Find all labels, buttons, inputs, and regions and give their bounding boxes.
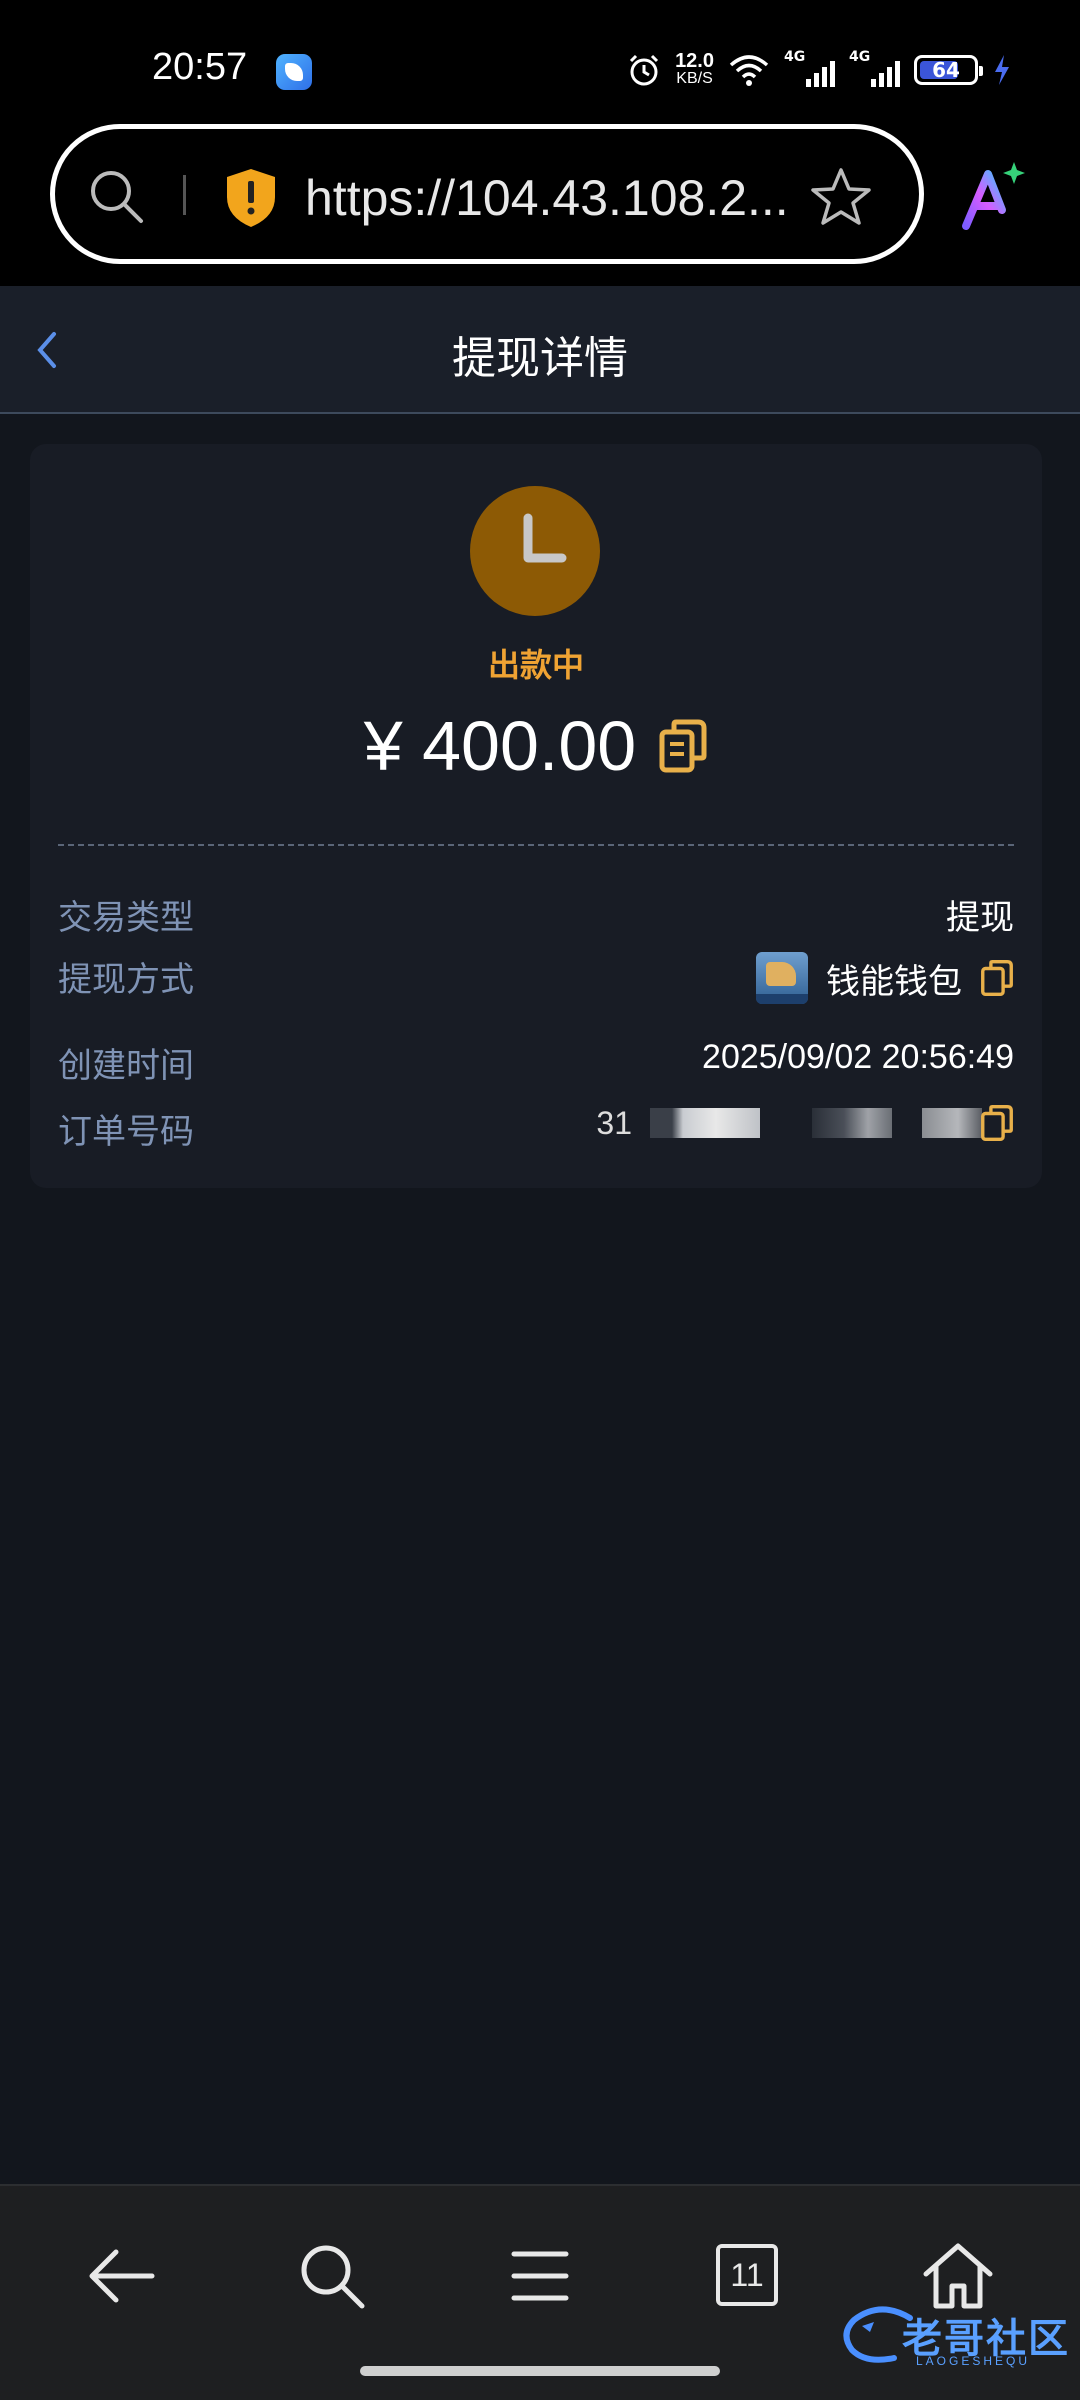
wallet-logo-icon	[756, 952, 808, 1004]
transaction-type-value: 提现	[946, 890, 1014, 939]
signal-2-tag: 4G	[849, 49, 871, 65]
signal-2-icon: 4G	[849, 49, 900, 87]
battery-icon: 64	[914, 55, 983, 85]
withdrawal-amount: ¥ 400.00	[363, 707, 637, 785]
back-arrow-icon[interactable]	[82, 2236, 162, 2316]
order-number-value: 31	[596, 1104, 1014, 1142]
network-speed-value: 12.0	[675, 50, 714, 72]
row-transaction-type: 交易类型 提现	[58, 882, 1014, 938]
menu-icon[interactable]	[500, 2236, 580, 2316]
tabs-button[interactable]: 11	[708, 2236, 788, 2316]
divider	[58, 844, 1014, 846]
ai-assistant-icon[interactable]	[956, 160, 1030, 234]
battery-level: 64	[932, 58, 960, 82]
redaction-block	[650, 1108, 760, 1138]
copy-order-icon[interactable]	[980, 1104, 1014, 1142]
charging-icon	[995, 55, 1009, 85]
network-speed: 12.0 KB/S	[675, 50, 714, 87]
signal-1-icon: 4G	[784, 49, 835, 87]
watermark-subtext: LAOGESHEQU	[916, 2354, 1031, 2368]
tab-count: 11	[716, 2244, 778, 2306]
status-indicators: 12.0 KB/S 4G 4G 64	[627, 49, 1012, 90]
copy-amount-icon[interactable]	[658, 718, 708, 774]
app-notification-icon	[276, 54, 312, 90]
address-bar[interactable]: https://104.43.108.2...	[50, 124, 924, 264]
created-time-text: 2025/09/02 20:56:49	[702, 1038, 1014, 1076]
page-title: 提现详情	[452, 333, 628, 384]
withdrawal-method-label: 提现方式	[58, 960, 194, 1000]
copy-method-icon[interactable]	[980, 959, 1014, 997]
amount-row: ¥ 400.00	[30, 706, 1042, 786]
security-warning-icon[interactable]	[223, 167, 279, 229]
row-created-time: 创建时间 2025/09/02 20:56:49	[58, 1030, 1014, 1086]
wifi-icon	[729, 55, 769, 86]
withdrawal-method-text: 钱能钱包	[826, 961, 962, 1002]
redaction-block	[922, 1108, 982, 1138]
alarm-icon	[630, 54, 659, 86]
browser-toolbar: https://104.43.108.2...	[0, 120, 1080, 286]
url-text[interactable]: https://104.43.108.2...	[305, 169, 825, 227]
status-time: 20:57	[152, 46, 248, 88]
order-number-redacted: 31	[596, 1104, 982, 1142]
row-order-number: 订单号码 31	[58, 1096, 1014, 1152]
withdrawal-status: 出款中	[487, 646, 584, 684]
page-header: 提现详情	[0, 286, 1080, 414]
clock-icon	[523, 513, 567, 563]
status-bar: 20:57 12.0 KB/S 4G 4G 64	[0, 0, 1080, 120]
search-icon[interactable]	[292, 2236, 372, 2316]
redaction-block	[812, 1108, 892, 1138]
watermark-logo: 老哥社区 LAOGESHEQU	[840, 2300, 1070, 2370]
bookmark-star-icon[interactable]	[809, 165, 873, 229]
transaction-type-text: 提现	[946, 898, 1014, 938]
created-time-label: 创建时间	[58, 1046, 194, 1086]
order-number-prefix: 31	[596, 1104, 632, 1141]
network-speed-unit: KB/S	[676, 70, 713, 87]
signal-1-tag: 4G	[784, 49, 806, 65]
pending-status-icon	[470, 486, 600, 616]
search-icon[interactable]	[85, 165, 147, 227]
address-divider	[183, 175, 186, 215]
home-indicator[interactable]	[360, 2366, 720, 2376]
row-withdrawal-method: 提现方式 钱能钱包	[58, 944, 1014, 1004]
withdrawal-detail-card: 出款中 ¥ 400.00 交易类型 提现 提现方式 钱能钱包 创建时间 2025…	[30, 444, 1042, 1188]
withdrawal-method-value: 钱能钱包	[756, 952, 1014, 1004]
order-number-label: 订单号码	[58, 1112, 194, 1152]
transaction-type-label: 交易类型	[58, 898, 194, 938]
created-time-value: 2025/09/02 20:56:49	[702, 1038, 1014, 1077]
